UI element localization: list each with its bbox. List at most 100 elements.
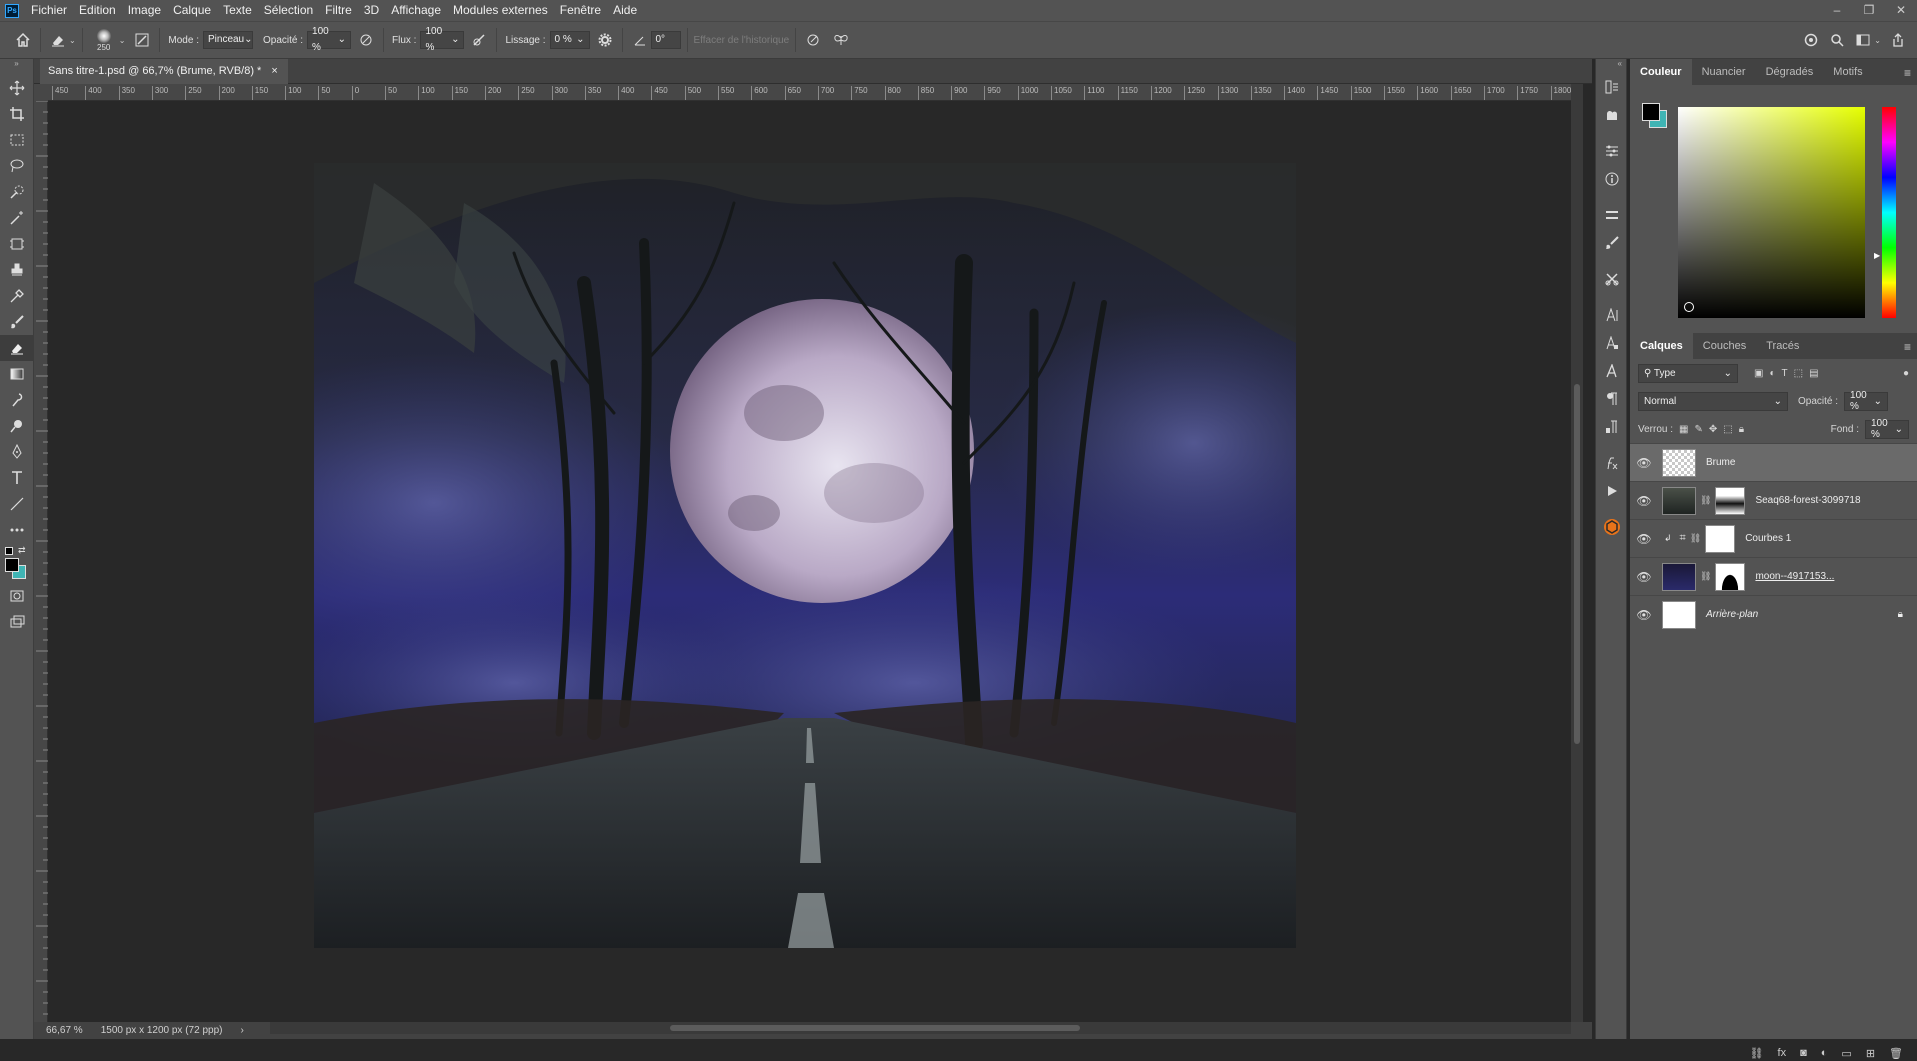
close-tab-icon[interactable]: × [271,59,277,84]
symmetry-butterfly-icon[interactable] [830,29,852,51]
brush-dropdown-icon[interactable]: ⌄ [119,36,126,45]
swap-colors-icon[interactable]: ⇄ [18,545,26,556]
color-picker-cursor[interactable] [1684,302,1694,312]
more-tools-icon[interactable] [0,517,34,543]
menu-selection[interactable]: Sélection [258,0,319,21]
lock-transparency-icon[interactable]: ▦ [1679,424,1688,435]
info-icon[interactable] [1596,165,1628,193]
path-selection-tool-icon[interactable] [0,491,34,517]
filter-smart-object-icon[interactable]: ▤ [1809,368,1818,379]
plugin-icon[interactable] [1596,513,1628,541]
collapse-toolbar-icon[interactable]: » [0,59,33,75]
quick-mask-icon[interactable] [0,583,34,609]
lock-all-icon[interactable]: 🔒︎ [1739,424,1744,435]
eraser-tool-icon[interactable] [0,335,34,361]
vertical-scroll-thumb[interactable] [1574,384,1580,744]
menu-edition[interactable]: Edition [73,0,122,21]
gradient-tool-icon[interactable] [0,361,34,387]
quick-selection-tool-icon[interactable] [0,179,34,205]
layer-courbes[interactable]: 👁︎ ↲ ⌗ ⛓ Courbes 1 [1630,519,1917,557]
menu-modules-externes[interactable]: Modules externes [447,0,554,21]
dodge-tool-icon[interactable] [0,413,34,439]
menu-affichage[interactable]: Affichage [385,0,447,21]
type-tool-icon[interactable] [0,465,34,491]
close-window-button[interactable]: ✕ [1885,0,1917,21]
glyphs-icon[interactable] [1596,357,1628,385]
search-icon[interactable] [1826,29,1848,51]
filter-adjustment-icon[interactable]: ◐ [1769,368,1775,379]
brushes-icon[interactable] [1596,229,1628,257]
layer-mask-thumbnail[interactable] [1715,486,1746,515]
visibility-eye-icon[interactable]: 👁︎ [1630,494,1658,508]
menu-texte[interactable]: Texte [217,0,258,21]
panel-menu-icon[interactable]: ≡ [1904,66,1911,80]
link-layers-icon[interactable]: ⛓ [1750,1047,1764,1060]
panel-menu-icon[interactable]: ≡ [1904,340,1911,354]
status-arrow-icon[interactable]: › [240,1025,243,1036]
foreground-color-swatch[interactable] [5,558,19,572]
brush-tool-icon[interactable] [0,309,34,335]
horizontal-scroll-thumb[interactable] [670,1025,1080,1031]
new-adjustment-icon[interactable]: ◐ [1821,1047,1828,1059]
character-icon[interactable] [1596,301,1628,329]
add-mask-icon[interactable]: ◙ [1800,1047,1807,1059]
layer-style-fx-icon[interactable]: fx [1778,1047,1787,1059]
tab-traces[interactable]: Tracés [1756,333,1809,359]
flux-field[interactable]: 100 % ⌄ [420,26,465,53]
lock-position-icon[interactable]: ✥ [1709,424,1717,435]
link-chain-icon[interactable]: ⛓ [1700,495,1711,506]
layer-opacity-field[interactable]: 100 % ⌄ [1844,390,1889,412]
filter-shape-icon[interactable]: ⬚ [1794,368,1803,379]
hue-slider[interactable] [1882,107,1896,318]
marquee-tool-icon[interactable] [0,127,34,153]
color-picker-field[interactable] [1678,107,1865,318]
new-group-icon[interactable]: ▭ [1841,1047,1851,1060]
styles-fx-icon[interactable] [1596,449,1628,477]
stamp-tool-icon[interactable] [0,257,34,283]
paragraph-styles-icon[interactable] [1596,413,1628,441]
share-icon[interactable] [1887,29,1909,51]
visibility-eye-icon[interactable]: 👁︎ [1630,570,1658,584]
zoom-level[interactable]: 66,67 % [46,1025,83,1036]
history-icon[interactable] [1596,73,1628,101]
visibility-eye-icon[interactable]: 👁︎ [1630,532,1658,546]
lasso-tool-icon[interactable] [0,153,34,179]
history-checkbox-label[interactable]: Effacer de l'historique [694,35,790,46]
layer-mask-thumbnail[interactable] [1715,562,1746,591]
layer-moon[interactable]: 👁︎ ⛓ moon--4917153... [1630,557,1917,595]
horizontal-scrollbar[interactable] [270,1022,1571,1034]
properties-icon[interactable] [1596,201,1628,229]
fill-field[interactable]: 100 % ⌄ [1865,418,1909,440]
magic-wand-tool-icon[interactable] [0,205,34,231]
tab-nuancier[interactable]: Nuancier [1692,59,1756,85]
ruler-top[interactable]: 450 400 350 300 250 200 150 100 50 0 50 100 150 200 25… [48,84,1571,101]
collapse-panels-icon[interactable]: « [1596,59,1626,73]
pen-tool-icon[interactable] [0,439,34,465]
menu-image[interactable]: Image [122,0,167,21]
filter-image-icon[interactable]: ▣ [1754,368,1763,379]
brush-settings-icon[interactable] [131,29,153,51]
layer-filter-select[interactable]: ⚲ Type ⌄ [1638,363,1738,383]
tab-degrades[interactable]: Dégradés [1756,59,1824,85]
airbrush-icon[interactable] [468,29,490,51]
timeline-play-icon[interactable] [1596,477,1628,505]
lock-pixels-icon[interactable]: ✎ [1694,424,1702,435]
link-chain-icon[interactable]: ⛓ [1690,533,1701,544]
minimize-button[interactable]: – [1821,0,1853,21]
document-tab[interactable]: Sans titre-1.psd @ 66,7% (Brume, RVB/8) … [40,59,288,84]
tab-couches[interactable]: Couches [1693,333,1756,359]
filter-type-icon[interactable]: T [1782,368,1788,379]
menu-fenetre[interactable]: Fenêtre [554,0,607,21]
ruler-corner[interactable] [34,84,48,101]
menu-3d[interactable]: 3D [358,0,385,21]
preset-dropdown-icon[interactable]: ⌄ [69,36,76,45]
layer-mask-thumbnail[interactable] [1705,524,1736,553]
layer-forest[interactable]: 👁︎ ⛓ Seaq68-forest-3099718 [1630,481,1917,519]
hue-slider-arrow-icon[interactable]: ▶ [1874,251,1880,260]
actions-icon[interactable] [1596,101,1628,129]
lissage-field[interactable]: 0 % ⌄ [549,31,590,49]
filter-toggle-icon[interactable]: ● [1903,368,1909,379]
character-styles-icon[interactable] [1596,329,1628,357]
mode-select[interactable]: Pinceau ⌄ [202,31,253,49]
tab-calques[interactable]: Calques [1630,333,1693,359]
